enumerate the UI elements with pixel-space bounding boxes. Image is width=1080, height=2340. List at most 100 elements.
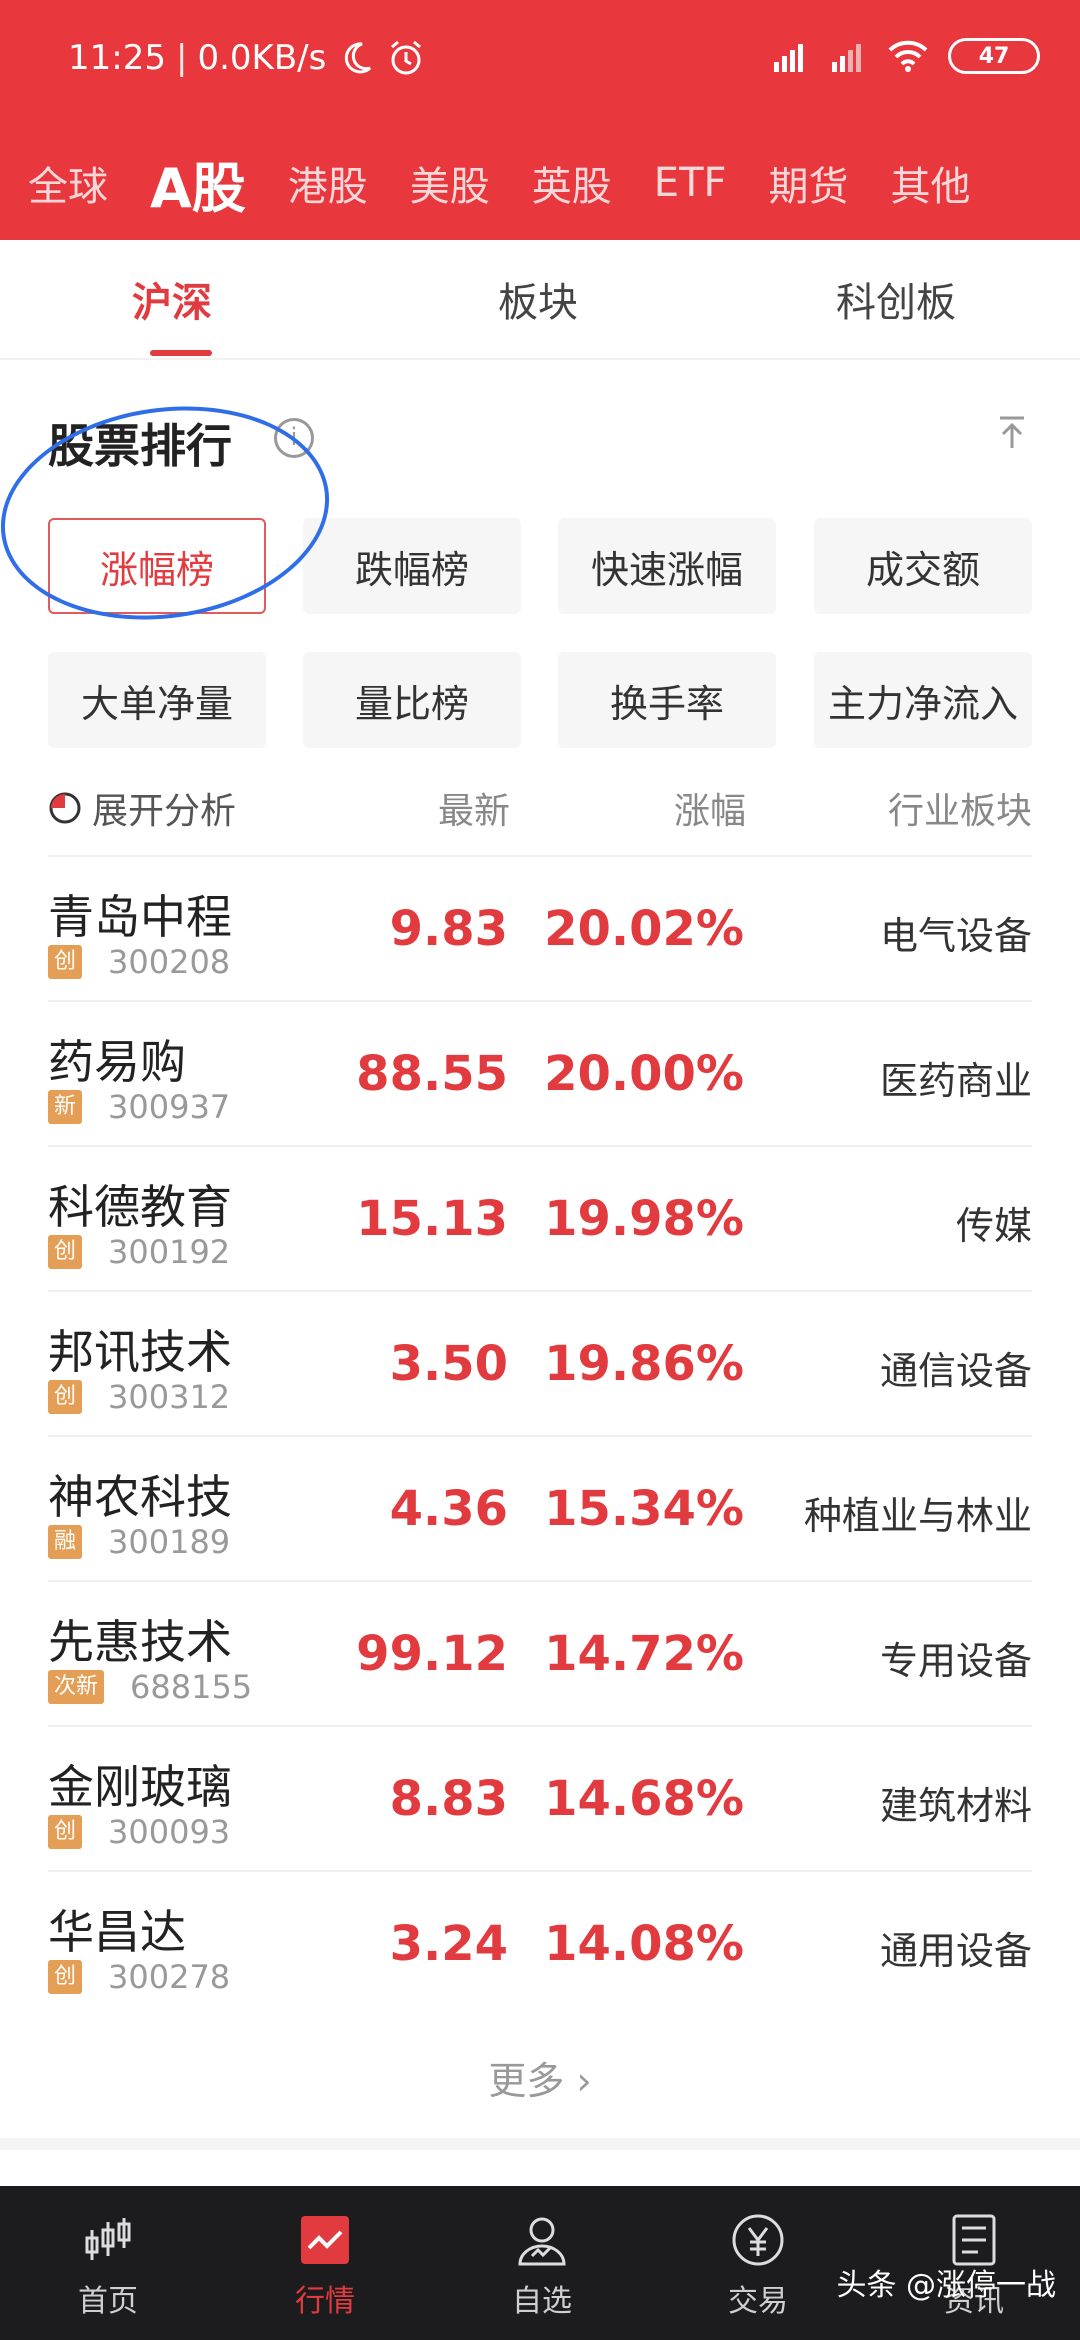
stock-tag: 创 — [48, 1235, 83, 1269]
stock-change: 14.68% — [544, 1771, 744, 1827]
status-time: 11:25 — [68, 38, 166, 78]
stock-list: 青岛中程 创 300208 9.83 20.02% 电气设备 药易购 新 300… — [48, 855, 1032, 2015]
stock-name: 科德教育 — [48, 1180, 232, 1234]
filter-large-order-net[interactable]: 大单净量 — [48, 652, 266, 748]
filter-main-net-inflow[interactable]: 主力净流入 — [814, 652, 1032, 748]
nav-trade-label: 交易 — [728, 2284, 788, 2319]
moon-icon — [345, 42, 372, 74]
market-tab-hk[interactable]: 港股 — [267, 154, 389, 212]
nav-home[interactable]: 首页 — [28, 2210, 188, 2320]
stock-sector: 通信设备 — [879, 1349, 1032, 1393]
chevron-right-icon: › — [576, 2059, 592, 2103]
table-row[interactable]: 邦讯技术 创 300312 3.50 19.86% 通信设备 — [48, 1290, 1032, 1435]
market-chart-icon — [301, 2216, 349, 2264]
alarm-icon — [391, 40, 422, 75]
active-tab-indicator — [150, 350, 212, 356]
signal-r-icon — [774, 44, 803, 72]
stock-name: 先惠技术 — [48, 1615, 232, 1669]
stock-change: 19.98% — [544, 1191, 744, 1247]
nav-market[interactable]: 行情 — [245, 2210, 405, 2320]
stock-tag: 新 — [48, 1090, 83, 1124]
sub-tab-sectors[interactable]: 板块 — [498, 270, 578, 328]
stock-name: 金刚玻璃 — [48, 1760, 232, 1814]
stock-tag: 次新 — [48, 1670, 105, 1704]
stock-sector: 传媒 — [955, 1204, 1032, 1248]
stock-code: 300278 — [108, 1958, 231, 1996]
filter-turnover-amount[interactable]: 成交额 — [814, 518, 1032, 614]
table-row[interactable]: 科德教育 创 300192 15.13 19.98% 传媒 — [48, 1145, 1032, 1290]
expand-analysis-button[interactable]: 展开分析 — [48, 782, 236, 834]
stock-tag: 创 — [48, 945, 83, 979]
status-right: 47 — [770, 38, 1040, 74]
stock-price: 88.55 — [356, 1046, 508, 1102]
stock-change: 14.08% — [544, 1916, 744, 1972]
filter-top-gainers[interactable]: 涨幅榜 — [48, 518, 266, 614]
stock-sector: 通用设备 — [879, 1929, 1032, 1973]
stock-name: 华昌达 — [48, 1905, 186, 1959]
table-row[interactable]: 华昌达 创 300278 3.24 14.08% 通用设备 — [48, 1870, 1032, 2015]
filter-volume-ratio[interactable]: 量比榜 — [303, 652, 521, 748]
status-separator: | — [175, 38, 188, 78]
table-row[interactable]: 药易购 新 300937 88.55 20.00% 医药商业 — [48, 1000, 1032, 1145]
table-row[interactable]: 神农科技 融 300189 4.36 15.34% 种植业与林业 — [48, 1435, 1032, 1580]
header-change[interactable]: 涨幅 — [674, 782, 746, 834]
sub-tab-star-market[interactable]: 科创板 — [836, 270, 956, 328]
stock-tag: 融 — [48, 1525, 83, 1559]
stock-sector: 种植业与林业 — [803, 1494, 1032, 1538]
status-left: 11:25 | 0.0KB/s — [68, 38, 426, 78]
scroll-top-icon[interactable] — [992, 412, 1032, 452]
table-row[interactable]: 金刚玻璃 创 300093 8.83 14.68% 建筑材料 — [48, 1725, 1032, 1870]
stock-change: 20.00% — [544, 1046, 744, 1102]
market-tab-uk[interactable]: 英股 — [511, 154, 633, 212]
stock-code: 300208 — [108, 943, 231, 981]
sub-tabs: 沪深 板块 科创板 — [0, 240, 1080, 360]
market-tab-a-shares[interactable]: A股 — [129, 144, 267, 223]
header-latest[interactable]: 最新 — [438, 782, 510, 834]
info-icon[interactable]: i — [274, 418, 314, 458]
nav-watchlist[interactable]: 自选 — [462, 2210, 622, 2320]
table-row[interactable]: 青岛中程 创 300208 9.83 20.02% 电气设备 — [48, 855, 1032, 1000]
stock-name: 神农科技 — [48, 1470, 232, 1524]
stock-name: 青岛中程 — [48, 890, 232, 944]
market-tab-global[interactable]: 全球 — [0, 154, 129, 212]
sub-tab-hushen[interactable]: 沪深 — [132, 270, 212, 328]
table-row[interactable]: 先惠技术 次新 688155 99.12 14.72% 专用设备 — [48, 1580, 1032, 1725]
section-title: 股票排行 — [48, 419, 232, 473]
watchlist-user-icon — [518, 2217, 566, 2266]
stock-price: 9.83 — [389, 901, 508, 957]
stock-price: 4.36 — [389, 1481, 508, 1537]
stock-tag: 创 — [48, 1960, 83, 1994]
market-tab-us[interactable]: 美股 — [389, 154, 511, 212]
market-tab-etf[interactable]: ETF — [633, 160, 748, 206]
stock-change: 15.34% — [544, 1481, 744, 1537]
filter-fast-rise[interactable]: 快速涨幅 — [558, 518, 776, 614]
stock-price: 15.13 — [356, 1191, 508, 1247]
market-tabs: 全球 A股 港股 美股 英股 ETF 期货 其他 — [0, 138, 1080, 228]
stock-change: 19.86% — [544, 1336, 744, 1392]
market-tab-other[interactable]: 其他 — [870, 154, 992, 212]
app-header: 11:25 | 0.0KB/s 47 全球 A股 港股 美股 英股 ETF 期货… — [0, 0, 1080, 240]
watermark: 头条 @涨停一战 — [836, 2268, 1056, 2303]
stock-code: 300937 — [108, 1088, 231, 1126]
stock-code: 688155 — [130, 1668, 253, 1706]
more-label: 更多 — [488, 2059, 565, 2103]
filter-turnover-rate[interactable]: 换手率 — [558, 652, 776, 748]
stock-price: 3.50 — [389, 1336, 508, 1392]
stock-price: 99.12 — [356, 1626, 508, 1682]
stock-price: 8.83 — [389, 1771, 508, 1827]
market-tab-futures[interactable]: 期货 — [748, 154, 870, 212]
header-sector[interactable]: 行业板块 — [888, 782, 1032, 834]
more-link[interactable]: 更多 › — [0, 2050, 1080, 2105]
nav-market-label: 行情 — [295, 2284, 355, 2319]
network-speed: 0.0KB/s — [197, 38, 327, 78]
signal-icon — [832, 44, 861, 72]
battery-indicator: 47 — [948, 38, 1040, 74]
nav-trade[interactable]: 交易 — [678, 2210, 838, 2320]
yen-coin-icon — [732, 2214, 784, 2266]
stock-name: 药易购 — [48, 1035, 186, 1089]
stock-code: 300312 — [108, 1378, 231, 1416]
stock-price: 3.24 — [389, 1916, 508, 1972]
filter-top-losers[interactable]: 跌幅榜 — [303, 518, 521, 614]
pie-chart-icon — [49, 792, 81, 824]
nav-home-label: 首页 — [78, 2284, 138, 2319]
